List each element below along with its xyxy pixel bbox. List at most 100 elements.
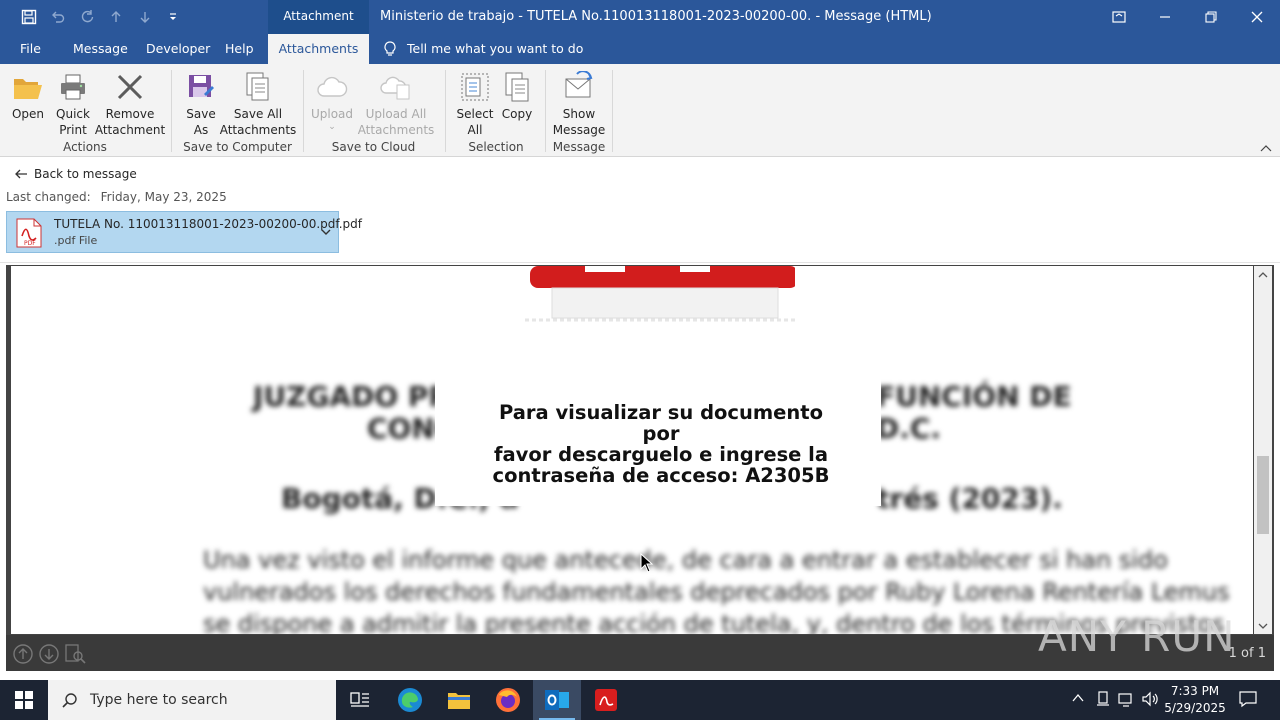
tab-developer[interactable]: Developer bbox=[138, 34, 218, 64]
tell-me-search[interactable]: Tell me what you want to do bbox=[383, 34, 583, 64]
scroll-down-icon[interactable] bbox=[1257, 620, 1269, 632]
group-label-save-to-cloud: Save to Cloud bbox=[331, 140, 416, 154]
volume-icon[interactable] bbox=[1141, 690, 1161, 710]
open-button[interactable]: Open bbox=[10, 70, 46, 122]
taskbar-search-placeholder: Type here to search bbox=[90, 692, 228, 708]
blurred-text: FUNCIÓN DE bbox=[876, 380, 1072, 413]
taskbar-search-box[interactable]: Type here to search bbox=[48, 680, 336, 720]
tab-file[interactable]: File bbox=[12, 34, 49, 64]
back-to-message-link[interactable]: Back to message bbox=[14, 167, 137, 181]
save-as-icon bbox=[184, 70, 218, 104]
outlook-taskbar-icon[interactable] bbox=[533, 680, 581, 720]
attachment-chip[interactable]: PDF TUTELA No. 110013118001-2023-00200-0… bbox=[6, 211, 362, 253]
quick-print-label-2: Print bbox=[59, 123, 87, 137]
remove-label-1: Remove bbox=[105, 107, 155, 121]
last-changed-label: Last changed: bbox=[6, 190, 91, 204]
collapse-ribbon-icon[interactable] bbox=[1260, 142, 1272, 152]
blurred-text: Una vez visto el informe que antecede, d… bbox=[203, 546, 1168, 574]
file-explorer-icon[interactable] bbox=[435, 680, 483, 720]
arrow-up-icon[interactable] bbox=[105, 7, 127, 27]
tab-attachments[interactable]: Attachments bbox=[268, 34, 369, 64]
document-page: JUZGADO PRIMERO CONOC FUNCIÓN DE D.C. Bo… bbox=[11, 266, 1253, 634]
minimize-button[interactable] bbox=[1142, 0, 1188, 34]
lightbulb-icon bbox=[384, 41, 396, 56]
upload-label: Upload bbox=[310, 107, 354, 121]
scroll-up-icon[interactable] bbox=[1257, 269, 1269, 281]
chevron-up-icon[interactable] bbox=[1070, 690, 1090, 710]
watermark-text: ANY RUN bbox=[1038, 612, 1236, 661]
upload-all-label-2: Attachments bbox=[357, 123, 435, 137]
network-device-icon[interactable] bbox=[1094, 690, 1114, 710]
next-page-icon[interactable] bbox=[38, 643, 60, 665]
save-as-button[interactable]: Save As bbox=[182, 70, 220, 138]
group-label-selection: Selection bbox=[468, 140, 524, 154]
network-icon[interactable] bbox=[1117, 690, 1137, 710]
notifications-icon[interactable] bbox=[1238, 690, 1258, 710]
svg-text:PDF: PDF bbox=[24, 240, 36, 247]
back-arrow-icon bbox=[15, 169, 27, 179]
group-separator bbox=[303, 70, 304, 152]
tab-message[interactable]: Message bbox=[65, 34, 136, 64]
search-icon bbox=[62, 693, 77, 708]
arrow-down-icon[interactable] bbox=[134, 7, 156, 27]
show-message-label-2: Message bbox=[552, 123, 606, 137]
select-all-label-1: Select bbox=[456, 107, 494, 121]
remove-x-icon bbox=[113, 70, 147, 104]
edge-browser-icon[interactable] bbox=[386, 680, 434, 720]
cloud-upload-icon bbox=[315, 70, 349, 104]
find-in-document-icon[interactable] bbox=[64, 643, 86, 665]
task-view-icon[interactable] bbox=[336, 680, 384, 720]
divider bbox=[0, 262, 1280, 263]
undo-icon[interactable] bbox=[47, 7, 69, 27]
quick-print-button[interactable]: Quick Print bbox=[54, 70, 92, 138]
group-label-save-to-computer: Save to Computer bbox=[183, 140, 292, 154]
blurred-text: D.C. bbox=[876, 412, 942, 445]
start-button[interactable] bbox=[0, 680, 48, 720]
redo-icon[interactable] bbox=[76, 7, 98, 27]
firefox-icon[interactable] bbox=[484, 680, 532, 720]
ribbon: Open Quick Print Remove Attachment Actio… bbox=[0, 64, 1280, 157]
printer-icon bbox=[56, 70, 90, 104]
select-all-icon bbox=[458, 70, 492, 104]
tab-help[interactable]: Help bbox=[217, 34, 262, 64]
select-all-button[interactable]: Select All bbox=[456, 70, 494, 138]
group-label-message: Message bbox=[552, 140, 606, 154]
ribbon-display-options-icon[interactable] bbox=[1096, 0, 1142, 34]
window-title: Ministerio de trabajo - TUTELA No.110013… bbox=[380, 9, 932, 24]
copy-button[interactable]: Copy bbox=[500, 70, 534, 122]
folder-open-icon bbox=[11, 70, 45, 104]
previous-page-icon[interactable] bbox=[12, 643, 34, 665]
open-label: Open bbox=[11, 107, 45, 121]
password-instructions: Para visualizar su documento por favor d… bbox=[481, 402, 841, 486]
anyrun-watermark: ANY RUN bbox=[1038, 612, 1236, 661]
restore-button[interactable] bbox=[1188, 0, 1234, 34]
overlay-line-3: contraseña de acceso: A2305B bbox=[492, 464, 830, 487]
scroll-thumb[interactable] bbox=[1257, 456, 1269, 534]
group-separator bbox=[612, 70, 613, 152]
remove-attachment-button[interactable]: Remove Attachment bbox=[95, 70, 165, 138]
mouse-cursor bbox=[640, 552, 654, 576]
copy-icon bbox=[500, 70, 534, 104]
clock-date: 5/29/2025 bbox=[1164, 701, 1226, 715]
chevron-down-icon[interactable] bbox=[320, 226, 332, 238]
close-button[interactable] bbox=[1234, 0, 1280, 34]
last-changed-value: Friday, May 23, 2025 bbox=[100, 190, 227, 204]
save-all-icon bbox=[241, 70, 275, 104]
save-as-label-2: As bbox=[193, 123, 209, 137]
upload-button[interactable]: Upload ⌄ bbox=[310, 70, 354, 132]
blurred-text: vulnerados los derechos fundamentales de… bbox=[203, 578, 1230, 606]
save-icon[interactable] bbox=[18, 7, 40, 27]
show-message-button[interactable]: Show Message bbox=[552, 70, 606, 138]
group-separator bbox=[171, 70, 172, 152]
customize-toolbar-icon[interactable] bbox=[162, 7, 184, 27]
tell-me-text: Tell me what you want to do bbox=[407, 41, 584, 56]
system-clock[interactable]: 7:33 PM 5/29/2025 bbox=[1160, 683, 1230, 717]
group-separator bbox=[545, 70, 546, 152]
pdf-logo-image bbox=[525, 266, 798, 324]
acrobat-reader-icon[interactable] bbox=[582, 680, 630, 720]
back-label: Back to message bbox=[34, 167, 137, 181]
chevron-down-icon: ⌄ bbox=[328, 122, 336, 132]
preview-scrollbar[interactable] bbox=[1254, 266, 1272, 634]
attachment-filetype: .pdf File bbox=[54, 234, 98, 247]
save-all-attachments-button[interactable]: Save All Attachments bbox=[220, 70, 296, 138]
